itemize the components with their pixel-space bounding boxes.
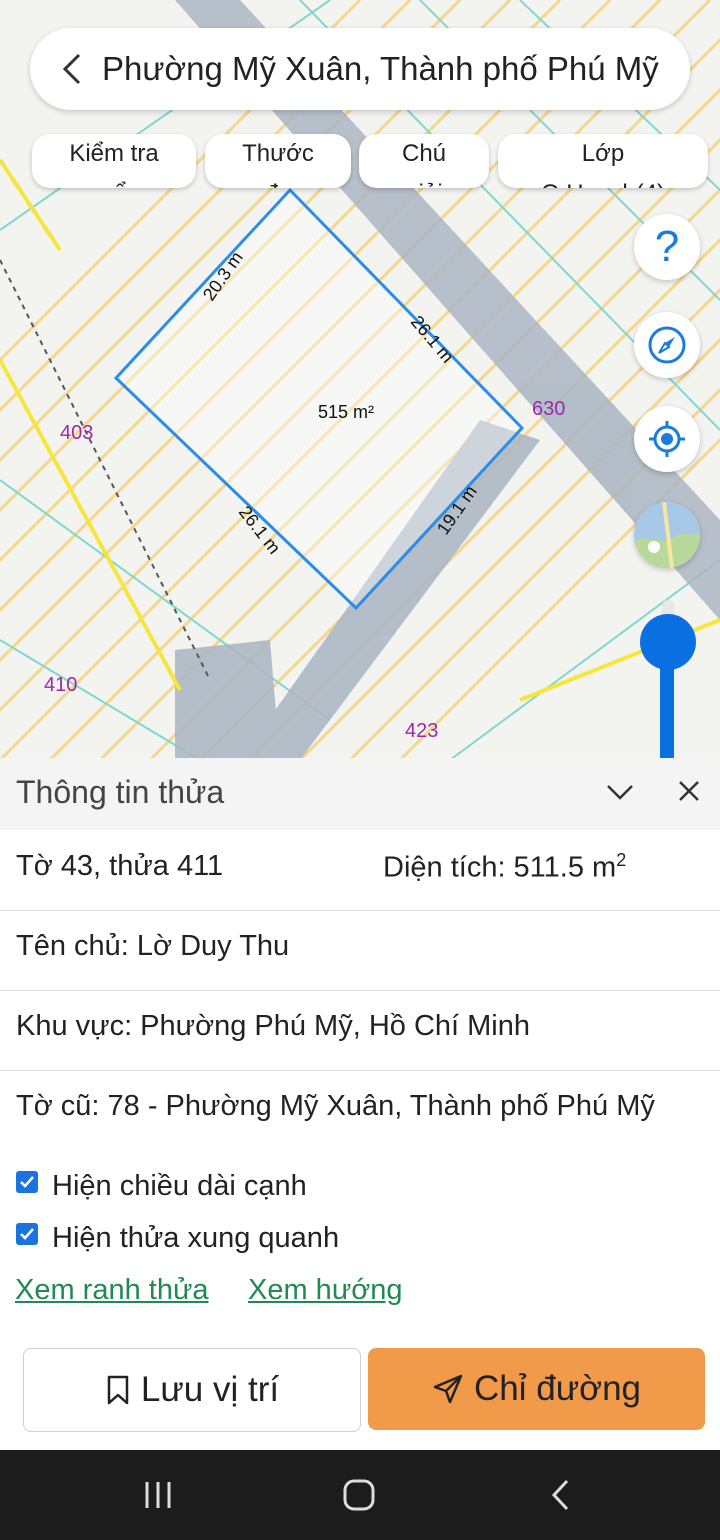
- save-location-button[interactable]: Lưu vị trí: [23, 1348, 361, 1432]
- view-direction-link[interactable]: Xem hướng: [248, 1274, 403, 1307]
- chip-label-line1: Thước: [242, 140, 314, 167]
- row-owner: Tên chủ: Lờ Duy Thu: [0, 910, 720, 991]
- region-text: Khu vực: Phường Phú Mỹ, Hồ Chí Minh: [16, 1010, 530, 1042]
- compass-button[interactable]: [634, 312, 700, 378]
- show-neighbors-checkbox[interactable]: [16, 1223, 38, 1245]
- show-edge-length-label[interactable]: Hiện chiều dài cạnh: [52, 1170, 307, 1203]
- chip-label-line1: Chú: [401, 140, 447, 167]
- home-button[interactable]: [314, 1450, 404, 1540]
- chip-label-line2: Q.Hoach(4): [498, 174, 708, 188]
- my-location-button[interactable]: [634, 406, 700, 472]
- chip-check-certificate[interactable]: Kiểm tra sổ: [32, 134, 196, 188]
- show-neighbors-label[interactable]: Hiện thửa xung quanh: [52, 1222, 339, 1255]
- home-icon: [343, 1479, 375, 1511]
- old-sheet-text: Tờ cũ: 78 - Phường Mỹ Xuân, Thành phố Ph…: [16, 1090, 655, 1122]
- back-arrow-icon: [551, 1479, 569, 1511]
- opacity-slider-handle[interactable]: [640, 614, 696, 670]
- parcel-number-423[interactable]: 423: [405, 720, 438, 743]
- close-icon: [679, 781, 699, 801]
- chip-legend[interactable]: Chú giải: [359, 134, 489, 188]
- chip-label-line2: giải: [359, 174, 489, 188]
- directions-label: Chỉ đường: [473, 1369, 642, 1408]
- chip-measure[interactable]: Thước đo: [205, 134, 351, 188]
- parcel-area-label: 515 m²: [318, 402, 374, 422]
- help-button[interactable]: ?: [634, 214, 700, 280]
- send-navigation-icon: [433, 1374, 463, 1404]
- close-button[interactable]: [674, 776, 704, 811]
- checkmark-icon: [20, 1176, 34, 1188]
- chip-planning-layer[interactable]: Lớp Q.Hoach(4): [498, 134, 708, 188]
- system-navigation-bar: [0, 1450, 720, 1540]
- view-boundary-link[interactable]: Xem ranh thửa: [15, 1274, 209, 1307]
- system-back-button[interactable]: [516, 1450, 606, 1540]
- row-region: Khu vực: Phường Phú Mỹ, Hồ Chí Minh: [0, 990, 720, 1071]
- row-old-sheet: Tờ cũ: 78 - Phường Mỹ Xuân, Thành phố Ph…: [0, 1070, 720, 1150]
- recent-apps-button[interactable]: [113, 1450, 203, 1540]
- parcel-number-630[interactable]: 630: [532, 398, 565, 421]
- basemap-toggle-button[interactable]: [634, 502, 700, 568]
- question-icon: ?: [654, 222, 680, 271]
- parcel-number-403[interactable]: 403: [60, 422, 93, 445]
- chip-label-line2: sổ: [32, 174, 196, 188]
- directions-button[interactable]: Chỉ đường: [368, 1348, 705, 1430]
- show-edge-length-checkbox[interactable]: [16, 1171, 38, 1193]
- map-view[interactable]: 20.3 m 26.1 m 19.1 m 26.1 m 515 m² 403 6…: [0, 0, 720, 760]
- recent-apps-icon: [145, 1482, 171, 1508]
- chip-label-line1: Kiểm tra: [69, 140, 159, 167]
- chevron-left-icon: [62, 53, 81, 85]
- save-location-label: Lưu vị trí: [140, 1370, 280, 1409]
- compass-icon: [648, 326, 686, 364]
- back-button[interactable]: [42, 28, 102, 110]
- owner-text: Tên chủ: Lờ Duy Thu: [16, 930, 290, 962]
- chip-label-line1: Lớp: [581, 140, 625, 167]
- collapse-button[interactable]: [604, 776, 636, 813]
- row-sheet-area: Tờ 43, thửa 411 Diện tích: 511.5 m2: [0, 830, 720, 911]
- panel-header: Thông tin thửa: [0, 758, 720, 830]
- sheet-parcel-text: Tờ 43, thửa 411: [16, 850, 224, 882]
- chevron-down-icon: [607, 785, 633, 800]
- area-text: Diện tích: 511.5 m2: [383, 850, 626, 885]
- area-unit-exponent: 2: [616, 850, 627, 870]
- chip-label-line2: đo: [205, 174, 351, 188]
- checkmark-icon: [20, 1228, 34, 1240]
- area-value: Diện tích: 511.5 m: [383, 851, 617, 884]
- bookmark-icon: [107, 1375, 129, 1405]
- map-canvas[interactable]: 20.3 m 26.1 m 19.1 m 26.1 m 515 m²: [0, 0, 720, 760]
- panel-title: Thông tin thửa: [16, 774, 225, 810]
- crosshair-location-icon: [649, 421, 685, 457]
- parcel-number-410[interactable]: 410: [44, 674, 77, 697]
- basemap-thumbnail-icon: [634, 502, 700, 568]
- location-title: Phường Mỹ Xuân, Thành phố Phú Mỹ: [102, 50, 659, 87]
- location-header: Phường Mỹ Xuân, Thành phố Phú Mỹ: [30, 28, 690, 110]
